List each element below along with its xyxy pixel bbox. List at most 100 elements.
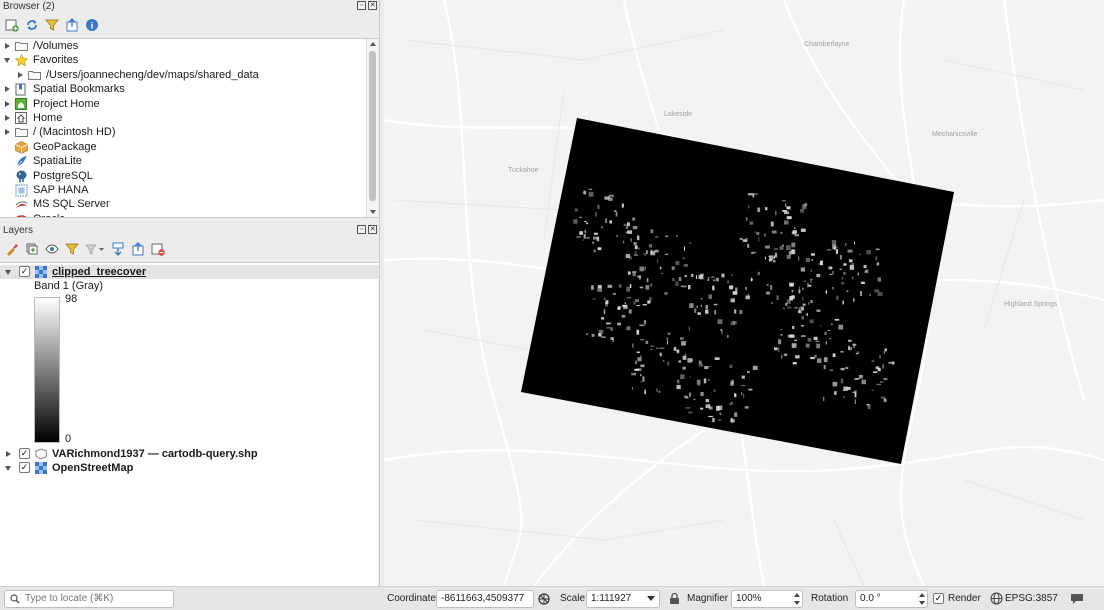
legend-max-label: 98 <box>65 293 78 305</box>
locate-placeholder: Type to locate (⌘K) <box>25 593 114 604</box>
add-layer-icon[interactable] <box>4 17 20 33</box>
browser-panel: Browser (2) ▫ ✕ i /Volumes Favorites /Us… <box>0 0 380 218</box>
magnifier-spinbox[interactable]: 100% <box>731 590 803 608</box>
expand-arrow-icon[interactable] <box>5 43 10 49</box>
magnifier-value: 100% <box>736 593 762 604</box>
rotation-spinbox[interactable]: 0.0 ° <box>855 590 928 608</box>
filter-expression-icon[interactable] <box>84 241 106 257</box>
browser-toolbar: i <box>0 14 380 36</box>
collapse-all-icon[interactable] <box>64 17 80 33</box>
expand-all-icon[interactable] <box>110 241 126 257</box>
browser-item-favorites[interactable]: Favorites <box>0 53 378 67</box>
browser-item-geopackage[interactable]: GeoPackage <box>0 140 378 154</box>
raster-icon <box>35 266 47 278</box>
browser-item-ms-sql-server[interactable]: MS SQL Server <box>0 197 378 211</box>
browser-item-label: GeoPackage <box>33 140 97 153</box>
layers-toolbar <box>0 238 380 260</box>
browser-item-home[interactable]: Home <box>0 111 378 125</box>
toggle-extents-icon[interactable] <box>537 592 551 606</box>
browser-item-oracle[interactable]: Oracle <box>0 212 378 217</box>
left-dock: Browser (2) ▫ ✕ i /Volumes Favorites /Us… <box>0 0 380 586</box>
render-label: Render <box>948 593 981 604</box>
collapse-arrow-icon[interactable] <box>4 58 10 64</box>
folder-icon <box>15 126 28 138</box>
layer-visibility-checkbox[interactable]: ✓ <box>19 266 30 277</box>
render-checkbox[interactable]: ✓ <box>933 593 944 604</box>
expand-arrow-icon[interactable] <box>18 71 23 78</box>
filter-legend-icon[interactable] <box>64 241 80 257</box>
postgresql-icon <box>15 170 27 183</box>
browser-scrollbar[interactable] <box>366 39 378 217</box>
info-icon[interactable]: i <box>84 17 100 33</box>
scrollbar-thumb[interactable] <box>369 51 376 201</box>
browser-item-label: /Volumes <box>33 40 79 52</box>
refresh-icon[interactable] <box>24 17 40 33</box>
browser-item-macintosh-hd[interactable]: / (Macintosh HD) <box>0 125 378 139</box>
layer-visibility-checkbox[interactable]: ✓ <box>19 462 30 473</box>
browser-item-volumes[interactable]: /Volumes <box>0 39 378 53</box>
collapse-all-icon[interactable] <box>130 241 146 257</box>
browser-item-label: Favorites <box>33 54 79 67</box>
coordinate-value: -8611663,4509377 <box>441 593 525 604</box>
expand-arrow-icon[interactable] <box>5 100 10 107</box>
browser-item-label: Spatial Bookmarks <box>33 83 125 96</box>
expand-arrow-icon[interactable] <box>5 114 10 121</box>
layers-panel-title: Layers <box>3 225 34 236</box>
layer-item-openstreetmap[interactable]: ✓ OpenStreetMap <box>0 461 378 475</box>
browser-item-label: SAP HANA <box>33 183 89 196</box>
crs-label[interactable]: EPSG:3857 <box>1005 593 1058 604</box>
map-canvas[interactable]: Chamberlayne Lakeside Tuckahoe Mechanics… <box>384 0 1104 586</box>
globe-icon[interactable] <box>990 592 1003 605</box>
browser-item-label: SpatiaLite <box>33 155 82 168</box>
layer-name: clipped_treecover <box>52 266 147 278</box>
browser-item-postgresql[interactable]: PostgreSQL <box>0 169 378 183</box>
spinner-arrows-icon[interactable] <box>918 593 926 605</box>
place-label: Mechanicsville <box>932 131 978 138</box>
expand-arrow-icon[interactable] <box>5 86 10 93</box>
browser-item-sap-hana[interactable]: SAP HANA <box>0 183 378 197</box>
filter-icon[interactable] <box>44 17 60 33</box>
browser-item-label: Project Home <box>33 97 100 110</box>
style-icon[interactable] <box>4 241 20 257</box>
undock-button[interactable]: ▫ <box>357 225 366 234</box>
collapse-arrow-icon[interactable] <box>5 466 11 471</box>
layer-item-varichmond1937[interactable]: ✓ VARichmond1937 — cartodb-query.shp <box>0 447 378 461</box>
vector-icon <box>35 448 47 460</box>
legend-gradient <box>34 297 60 443</box>
scroll-up-icon[interactable] <box>370 42 376 46</box>
close-panel-button[interactable]: ✕ <box>368 1 377 10</box>
sap-hana-icon <box>15 184 28 197</box>
undock-button[interactable]: ▫ <box>357 1 366 10</box>
layers-panel-header: Layers ▫ ✕ <box>0 224 380 238</box>
messages-icon[interactable] <box>1070 592 1084 605</box>
layer-item-clipped-treecover[interactable]: ✓ clipped_treecover <box>0 265 378 279</box>
lock-icon[interactable] <box>669 592 680 605</box>
browser-item-label: MS SQL Server <box>33 198 110 211</box>
layer-visibility-checkbox[interactable]: ✓ <box>19 448 30 459</box>
browser-item-spatial-bookmarks[interactable]: Spatial Bookmarks <box>0 82 378 96</box>
browser-item-project-home[interactable]: Project Home <box>0 97 378 111</box>
legend-band-row: Band 1 (Gray) <box>0 279 378 293</box>
legend-band-label: Band 1 (Gray) <box>34 280 104 292</box>
scale-combobox[interactable]: 1:111927 <box>586 590 660 608</box>
add-group-icon[interactable] <box>24 241 40 257</box>
collapse-arrow-icon[interactable] <box>5 270 11 275</box>
browser-item-spatialite[interactable]: SpatiaLite <box>0 154 378 168</box>
close-panel-button[interactable]: ✕ <box>368 225 377 234</box>
browser-item-users-joannecheng-dev-maps-shared-data[interactable]: /Users/joannecheng/dev/maps/shared_data <box>0 68 378 82</box>
oracle-icon <box>15 213 27 217</box>
browser-item-label: /Users/joannecheng/dev/maps/shared_data <box>46 68 259 81</box>
expand-arrow-icon[interactable] <box>5 129 10 136</box>
browser-tree: /Volumes Favorites/Users/joannecheng/dev/… <box>0 38 378 218</box>
scroll-down-icon[interactable] <box>370 210 376 214</box>
locate-search-input[interactable]: Type to locate (⌘K) <box>4 590 174 608</box>
scale-label: Scale <box>560 593 586 604</box>
spinner-arrows-icon[interactable] <box>793 593 801 605</box>
visibility-icon[interactable] <box>44 241 60 257</box>
coordinate-field[interactable]: -8611663,4509377 <box>436 590 534 608</box>
remove-layer-icon[interactable] <box>150 241 166 257</box>
raster-icon <box>35 462 47 474</box>
browser-item-label: / (Macintosh HD) <box>33 126 116 139</box>
layers-panel: Layers ▫ ✕ ✓ clipped_treecover Band 1 (G… <box>0 224 380 586</box>
expand-arrow-icon[interactable] <box>6 451 11 457</box>
